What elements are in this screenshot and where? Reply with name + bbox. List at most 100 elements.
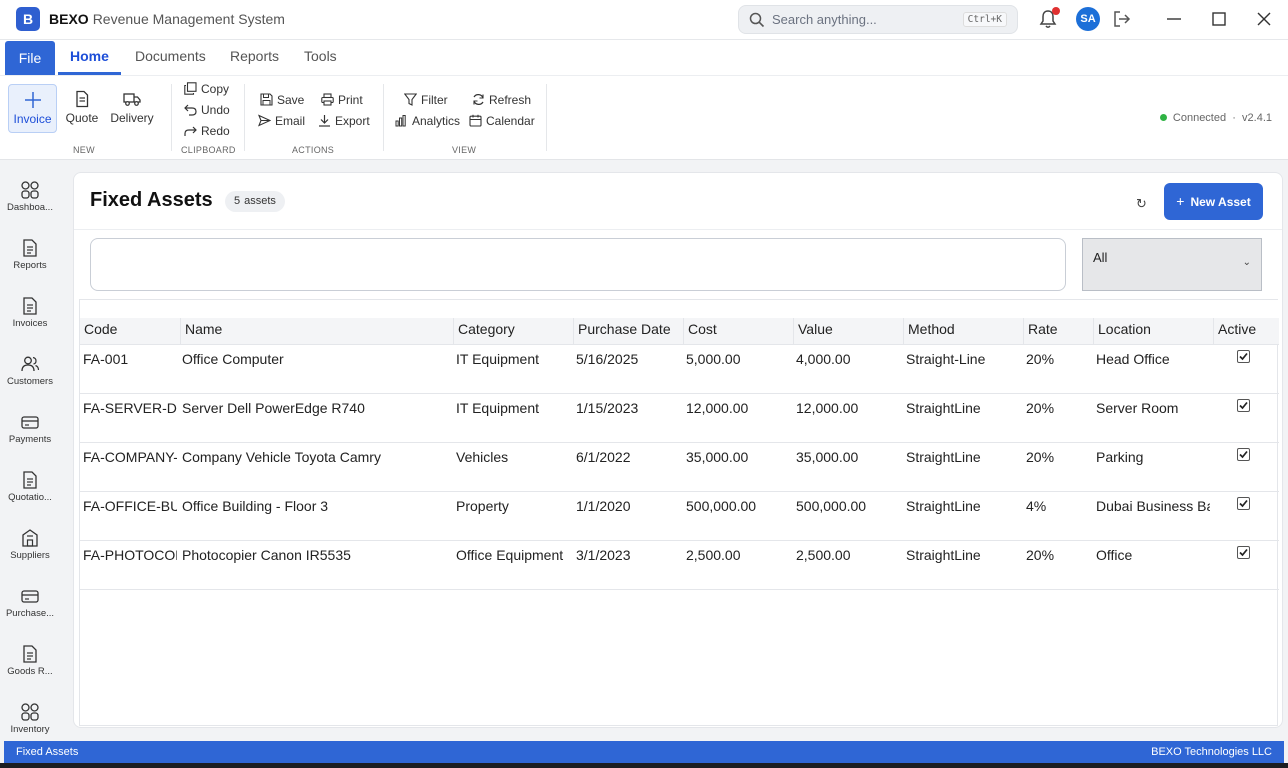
refresh-button[interactable]: Refresh [472,93,531,111]
invoice-label: Invoice [13,112,52,126]
column-header-value[interactable]: Value [793,318,903,345]
cell-name: Server Dell PowerEdge R740 [182,400,365,416]
cell-location: Head Office [1096,351,1170,367]
active-checkbox[interactable] [1237,399,1250,412]
refresh-icon [473,94,484,105]
cell-location: Parking [1096,449,1144,465]
sidebar-item-dashboard[interactable]: Dashboa... [0,180,60,232]
new-delivery-button[interactable]: Delivery [108,84,156,133]
table-row[interactable]: FA-OFFICE-BUILDING Office Building - Flo… [80,492,1279,541]
check-icon [1239,548,1248,557]
cell-location: Server Room [1096,400,1179,416]
new-asset-label: New Asset [1190,195,1251,209]
cell-method: StraightLine [906,449,981,465]
cell-name: Photocopier Canon IR5535 [182,547,351,563]
column-header-active[interactable]: Active [1213,318,1279,345]
close-icon[interactable] [1255,10,1273,28]
save-label: Save [277,93,305,107]
status-company: BEXO Technologies LLC [1151,746,1272,758]
cell-cost: 5,000.00 [686,351,741,367]
tab-reports[interactable]: Reports [230,48,279,64]
column-header-name[interactable]: Name [180,318,453,345]
sidebar-item-purchases[interactable]: Purchase... [0,586,60,638]
app-title: BEXO Revenue Management System [49,11,285,27]
sidebar-item-payments[interactable]: Payments [0,412,60,464]
sidebar-item-quotations[interactable]: Quotatio... [0,470,60,522]
tab-tools[interactable]: Tools [304,48,337,64]
column-header-rate[interactable]: Rate [1023,318,1093,345]
table-row[interactable]: FA-PHOTOCOPIER Photocopier Canon IR5535 … [80,541,1279,590]
active-checkbox[interactable] [1237,350,1250,363]
active-checkbox[interactable] [1237,448,1250,461]
new-asset-button[interactable]: + New Asset [1164,183,1263,220]
asset-search-input[interactable] [90,238,1066,291]
redo-label: Redo [201,124,230,138]
maximize-icon[interactable] [1210,10,1228,28]
version-label: v2.4.1 [1242,112,1272,124]
column-header-category[interactable]: Category [453,318,573,345]
document-icon [76,90,89,108]
active-checkbox[interactable] [1237,497,1250,510]
filter-button[interactable]: Filter [403,93,448,111]
cell-rate: 20% [1026,547,1055,563]
cell-purchase-date: 1/1/2020 [576,498,631,514]
tab-home[interactable]: Home [70,48,109,64]
check-icon [1239,352,1248,361]
document-icon [23,471,37,489]
refresh-list-button[interactable]: ↻ [1136,195,1150,211]
cell-rate: 4% [1026,498,1047,514]
dashboard-icon [21,181,39,199]
document-icon [23,645,37,663]
select-value: All [1093,250,1108,265]
group-separator [171,84,172,151]
new-invoice-button[interactable]: Invoice [8,84,57,133]
app-logo: B [16,7,40,31]
sidebar-item-label: Inventory [10,724,50,735]
sidebar-item-customers[interactable]: Customers [0,354,60,406]
new-quote-button[interactable]: Quote [62,84,102,133]
column-header-cost[interactable]: Cost [683,318,793,345]
sidebar-item-label: Suppliers [10,550,50,561]
sidebar-item-invoices[interactable]: Invoices [0,296,60,348]
analytics-button[interactable]: Analytics [395,114,460,132]
active-checkbox[interactable] [1237,546,1250,559]
cell-method: StraightLine [906,498,981,514]
print-button[interactable]: Print [321,93,363,111]
fixed-assets-panel: Fixed Assets 5 assets ↻ + New Asset All ⌄ … [73,172,1283,728]
sidebar-item-reports[interactable]: Reports [0,238,60,290]
export-button[interactable]: Export [318,114,370,132]
table-row[interactable]: FA-001 Office Computer IT Equipment 5/16… [80,345,1279,394]
bar-chart-icon [395,115,406,127]
column-header-method[interactable]: Method [903,318,1023,345]
cell-value: 35,000.00 [796,449,859,465]
table-row[interactable]: FA-COMPANY-VEHICLE Company Vehicle Toyot… [80,443,1279,492]
logout-icon[interactable] [1112,9,1132,29]
category-filter-select[interactable]: All ⌄ [1082,238,1262,291]
tab-documents[interactable]: Documents [135,48,206,64]
sidebar-item-goods-receipt[interactable]: Goods R... [0,644,60,696]
redo-button[interactable]: Redo [184,124,230,142]
avatar[interactable]: SA [1076,7,1100,31]
title-bar: B BEXO Revenue Management System Search a… [0,0,1288,40]
plus-icon: + [1176,193,1185,209]
building-icon [22,529,38,547]
undo-button[interactable]: Undo [184,103,230,121]
save-button[interactable]: Save [260,93,304,111]
cell-category: Office Equipment [456,547,564,563]
calendar-button[interactable]: Calendar [469,114,535,132]
sidebar-item-suppliers[interactable]: Suppliers [0,528,60,580]
status-separator: · [1232,112,1236,124]
app-subtitle: Revenue Management System [92,11,285,27]
cell-cost: 35,000.00 [686,449,749,465]
copy-button[interactable]: Copy [184,82,229,100]
check-icon [1239,499,1248,508]
minimize-icon[interactable] [1165,10,1183,28]
column-header-code[interactable]: Code [80,318,180,345]
column-header-purchase-date[interactable]: Purchase Date [573,318,683,345]
file-menu[interactable]: File [5,41,55,75]
table-row[interactable]: FA-SERVER-DELL Server Dell PowerEdge R74… [80,394,1279,443]
email-button[interactable]: Email [257,114,305,132]
column-header-location[interactable]: Location [1093,318,1213,345]
global-search[interactable]: Search anything... Ctrl+K [738,5,1018,34]
notification-dot [1052,7,1060,15]
